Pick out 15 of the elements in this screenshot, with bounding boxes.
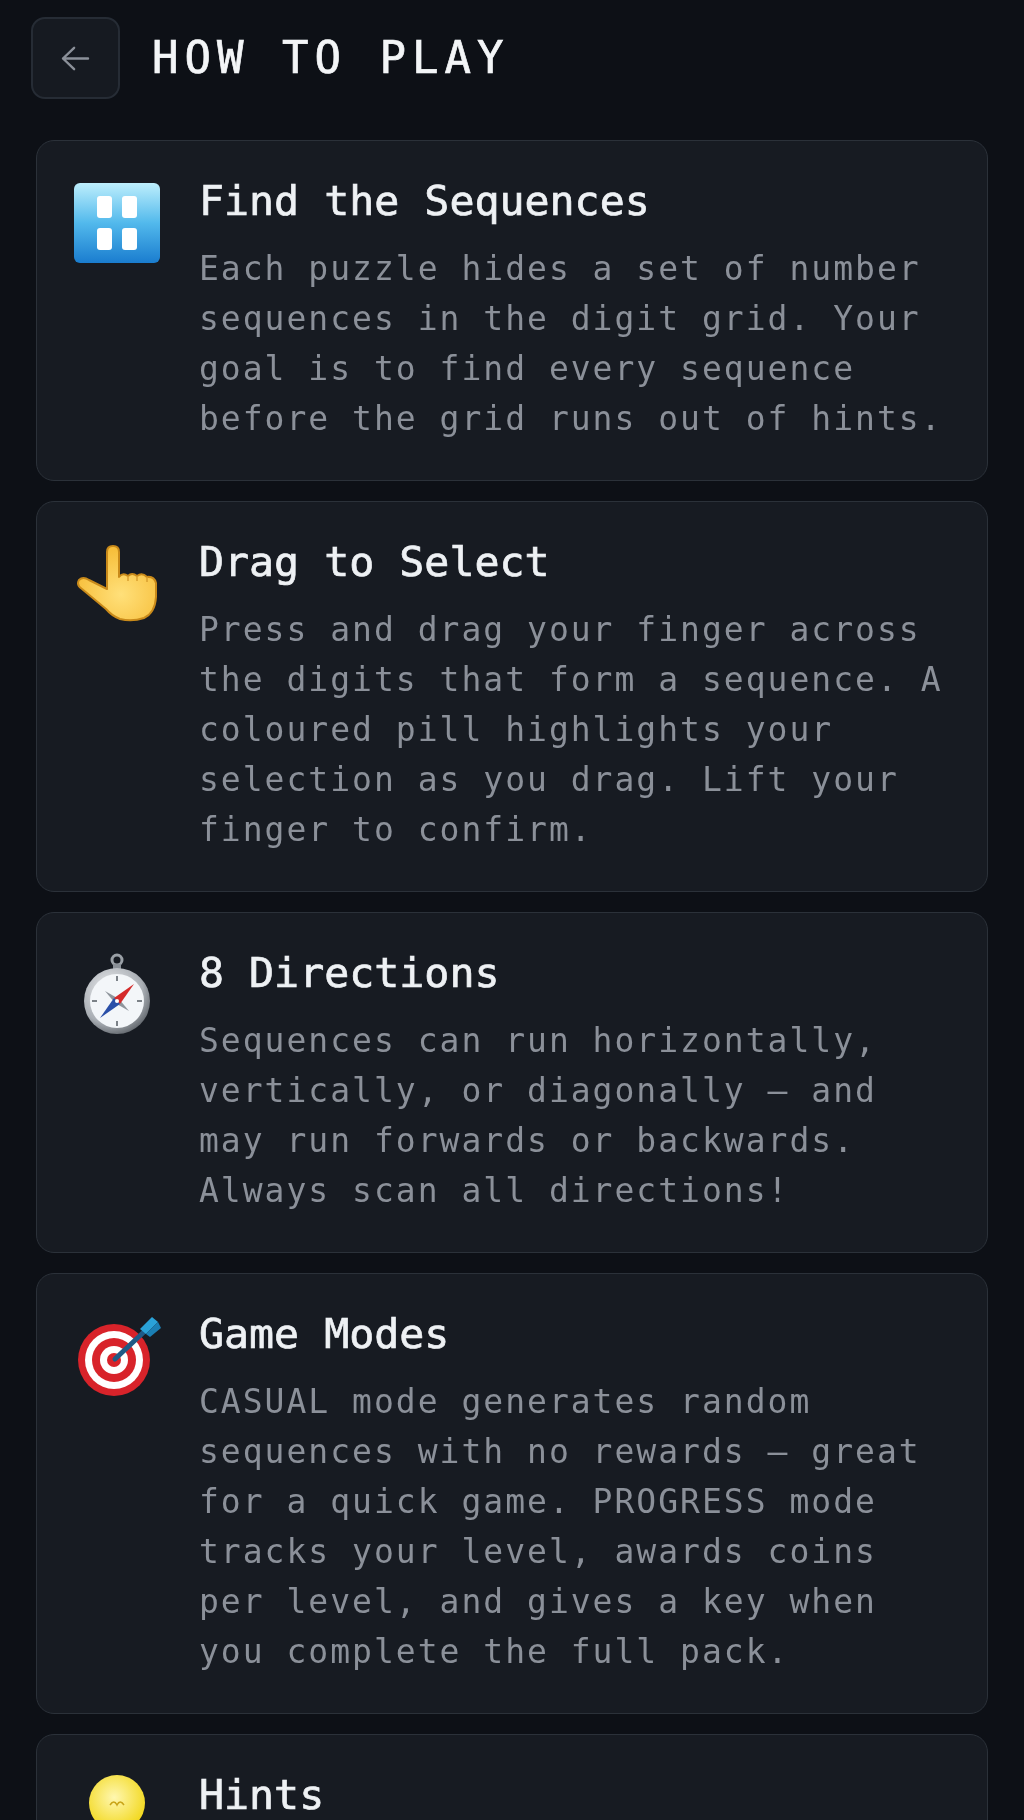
card-description: Press and drag your finger across the digits that form a sequence. A coloured pill highlights your selection as you drag. Lift your finger to confirm. (199, 609, 944, 851)
card-title: Find the Sequences (199, 177, 651, 225)
card-title: Game Modes (199, 1310, 451, 1358)
card-title: Drag to Select (199, 538, 551, 586)
pointing-hand-icon (76, 545, 158, 622)
back-button[interactable] (31, 17, 120, 99)
card-description: Sequences can run horizontally, vertically, or diagonally — and may run forwards or backwards. Always scan all directions! (199, 1020, 878, 1212)
arrow-left-icon (61, 45, 90, 71)
card-description: CASUAL mode generates random sequences with no rewards — great for a quick game. PROGRESS mode tracks your level, awards coins per level, and gives a key when you complete the full pack. (199, 1381, 922, 1673)
keypad-tile-icon (74, 183, 160, 263)
card-title: 8 Directions (199, 949, 501, 997)
card-description: Each puzzle hides a set of number sequences in the digit grid. Your goal is to find every sequence before the grid runs out of hints. (199, 248, 944, 440)
card-title: Hints (199, 1771, 326, 1819)
compass-icon (83, 953, 151, 1035)
page-title: HOW TO PLAY (152, 31, 510, 85)
